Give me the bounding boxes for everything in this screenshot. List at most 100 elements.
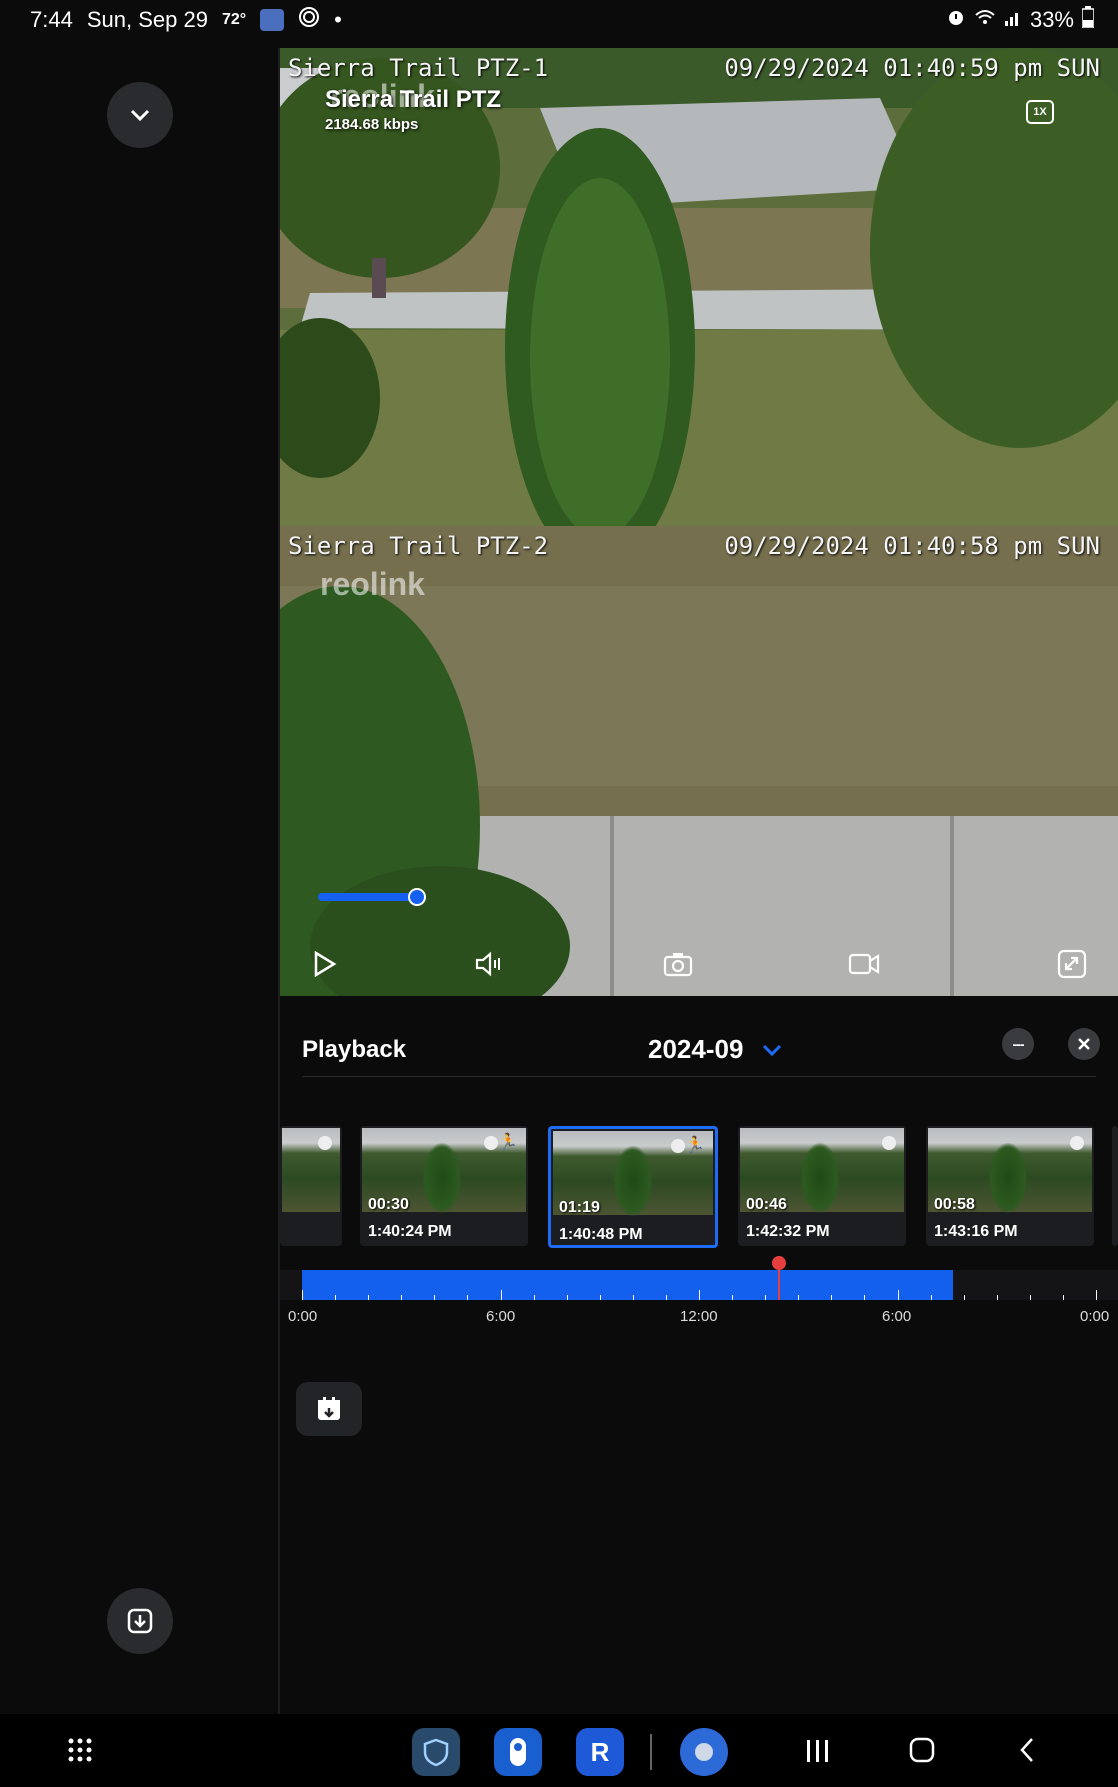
camera-view-1[interactable]: Sierra Trail PTZ-1 09/29/2024 01:40:59 p… — [280, 48, 1118, 526]
timeline-tick — [302, 1290, 303, 1300]
clip-duration: 00:30 — [368, 1196, 409, 1213]
more-options-button[interactable]: --- — [1002, 1028, 1034, 1060]
back-button[interactable] — [1014, 1736, 1042, 1769]
clip-time: 1:43:16 PM — [934, 1223, 1018, 1240]
more-icon: --- — [1012, 1036, 1025, 1052]
timeline-tick — [665, 1295, 667, 1300]
close-icon — [1078, 1038, 1090, 1050]
calendar-icon — [318, 1397, 340, 1420]
timeline-label: 6:00 — [486, 1308, 516, 1325]
clip-duration: 00:58 — [934, 1196, 975, 1213]
speaker-icon — [475, 951, 500, 977]
security-app-icon[interactable] — [412, 1728, 460, 1776]
clip-item-selected[interactable]: 🏃 01:19 1:40:48 PM — [548, 1126, 718, 1248]
camera-view-2[interactable]: Sierra Trail PTZ-2 09/29/2024 01:40:58 p… — [280, 526, 1118, 996]
clip-item[interactable]: 00:58 1:43:16 PM — [926, 1126, 1094, 1246]
camera-2-watermark: reolink — [320, 566, 425, 602]
clip-partial[interactable] — [280, 1126, 342, 1246]
timeline-tick — [765, 1295, 767, 1300]
clip-time: 1:40:48 PM — [559, 1226, 643, 1243]
timeline-tick — [798, 1295, 800, 1300]
timeline-tick — [599, 1295, 601, 1300]
download-button[interactable] — [107, 1588, 173, 1654]
timeline-tick — [335, 1295, 337, 1300]
timeline-tick — [566, 1295, 568, 1300]
clip-item[interactable]: 00:46 1:42:32 PM — [738, 1126, 906, 1246]
clip-status-dot-icon — [882, 1136, 896, 1150]
clip-status-dot-icon — [484, 1136, 498, 1150]
doorbell-app-icon[interactable] — [494, 1728, 542, 1776]
timeline-tick — [434, 1295, 436, 1300]
play-icon — [314, 950, 337, 978]
motion-person-icon: 🏃 — [685, 1137, 705, 1154]
timeline-tick — [864, 1295, 866, 1300]
month-label: 2024-09 — [648, 1034, 744, 1064]
timeline-cursor[interactable] — [772, 1256, 787, 1300]
timeline-tick — [996, 1295, 998, 1300]
recents-button[interactable] — [804, 1738, 832, 1769]
timeline-tick — [1062, 1295, 1064, 1300]
nav-divider — [650, 1734, 652, 1770]
clip-status-dot-icon — [671, 1139, 685, 1153]
camera-icon — [663, 953, 693, 977]
timeline-tick — [1096, 1290, 1097, 1300]
playback-title: Playback — [302, 1036, 407, 1063]
collapse-button[interactable] — [107, 82, 173, 148]
chevron-down-icon — [130, 109, 150, 122]
snapshot-button[interactable] — [660, 946, 696, 982]
month-selector[interactable]: 2024-09 — [648, 1034, 783, 1065]
zoom-level-badge[interactable]: 1X — [1026, 100, 1054, 124]
signal-icon — [1004, 7, 1022, 33]
chevron-down-icon — [762, 1044, 781, 1057]
grid-icon — [68, 1738, 92, 1762]
timeline-tick — [632, 1295, 634, 1300]
timeline-recorded-range — [302, 1270, 954, 1300]
recent-app-icon[interactable] — [680, 1728, 728, 1776]
camera-display-name: Sierra Trail PTZ — [325, 86, 502, 113]
timeline-label: 0:00 — [288, 1308, 318, 1325]
status-bar: 7:44 Sun, Sep 29 72° • 33% — [0, 0, 1118, 40]
timeline-tick — [368, 1295, 370, 1300]
battery-icon — [1081, 6, 1095, 34]
wifi-icon — [974, 7, 996, 33]
clip-status-dot-icon — [318, 1136, 332, 1150]
reolink-app-icon[interactable]: R — [576, 1728, 624, 1776]
clip-time: 1:40:24 PM — [368, 1223, 452, 1240]
clip-time: 1:42:32 PM — [746, 1223, 830, 1240]
play-button[interactable] — [306, 946, 342, 982]
close-button[interactable] — [1068, 1028, 1100, 1060]
clip-item[interactable]: 🏃 00:30 1:40:24 PM — [360, 1126, 528, 1246]
timeline-label: 12:00 — [680, 1308, 718, 1325]
main-panel: Sierra Trail PTZ-1 09/29/2024 01:40:59 p… — [280, 48, 1118, 1714]
status-temp: 72° — [221, 11, 247, 28]
app-drawer-button[interactable] — [66, 1736, 94, 1769]
alarm-icon — [946, 7, 966, 33]
timeline-scrubber[interactable] — [280, 1256, 1118, 1300]
sidebar — [0, 48, 280, 1714]
home-button[interactable] — [908, 1736, 936, 1769]
clip-partial[interactable] — [1112, 1126, 1118, 1246]
volume-slider-handle[interactable] — [408, 888, 426, 906]
navigation-bar: R — [0, 1714, 1118, 1787]
timeline-tick — [732, 1295, 734, 1300]
clip-status-dot-icon — [1070, 1136, 1084, 1150]
record-button[interactable] — [846, 946, 882, 982]
home-icon — [909, 1737, 935, 1763]
video-icon — [848, 953, 880, 975]
status-time: 7:44 — [30, 7, 73, 32]
calendar-button[interactable] — [296, 1382, 362, 1436]
fullscreen-button[interactable] — [1054, 946, 1090, 982]
recents-icon — [807, 1740, 828, 1762]
clip-duration: 00:46 — [746, 1196, 787, 1213]
timeline-tick — [963, 1295, 965, 1300]
mute-button[interactable] — [472, 946, 508, 982]
volume-slider[interactable] — [318, 888, 426, 906]
timeline-tick — [500, 1290, 502, 1300]
battery-percent: 33% — [1029, 7, 1074, 32]
notification-dot-icon: • — [334, 7, 342, 32]
timeline-tick — [930, 1295, 932, 1300]
camera-2-osd-timestamp: 09/29/2024 01:40:58 pm SUN — [724, 532, 1100, 560]
status-date: Sun, Sep 29 — [86, 7, 208, 32]
camera-2-osd-name: Sierra Trail PTZ-2 — [288, 532, 549, 560]
playback-header: Playback 2024-09 --- — [280, 996, 1118, 1066]
